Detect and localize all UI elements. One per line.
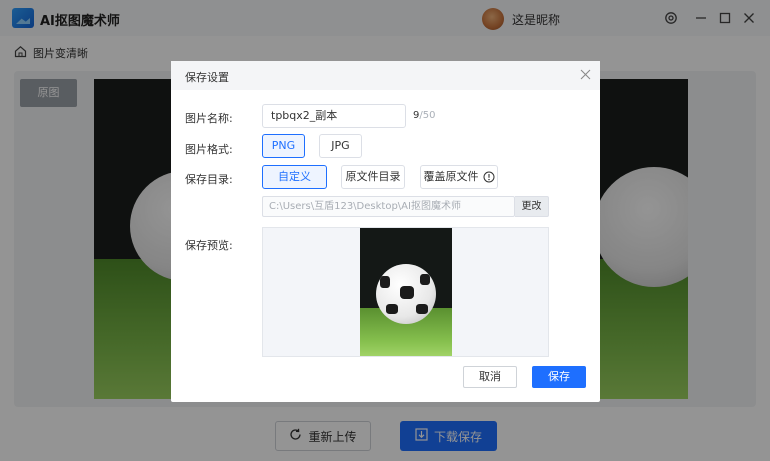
dir-option-source[interactable]: 原文件目录 [341, 165, 405, 189]
cancel-button[interactable]: 取消 [463, 366, 517, 388]
dialog-close-icon[interactable] [577, 67, 593, 83]
dialog-title: 保存设置 [185, 71, 229, 84]
directory-label: 保存目录: [185, 173, 233, 186]
preview-label: 保存预览: [185, 239, 233, 252]
format-option-png[interactable]: PNG [262, 134, 305, 158]
change-path-button[interactable]: 更改 [515, 196, 549, 217]
name-input[interactable]: tpbqx2_副本 [262, 104, 406, 128]
format-label: 图片格式: [185, 143, 233, 156]
ball-patch [420, 274, 430, 285]
dir-option-overwrite-label: 覆盖原文件 [423, 170, 479, 183]
format-option-jpg[interactable]: JPG [319, 134, 362, 158]
ball-patch [400, 286, 414, 299]
ball-patch [416, 304, 428, 314]
save-settings-dialog: 保存设置 图片名称: tpbqx2_副本 9/50 图片格式: PNG JPG … [171, 61, 600, 402]
ball-patch [380, 276, 390, 288]
save-path-input[interactable]: C:\Users\互盾123\Desktop\AI抠图魔术师 [262, 196, 515, 217]
info-icon[interactable] [483, 171, 495, 183]
ball-patch [386, 304, 398, 314]
preview-ball [376, 264, 436, 324]
name-label: 图片名称: [185, 112, 233, 125]
dir-option-overwrite[interactable]: 覆盖原文件 [420, 165, 498, 189]
save-button[interactable]: 保存 [532, 366, 586, 388]
preview-image [360, 228, 452, 356]
preview-box [262, 227, 549, 357]
char-count-max: /50 [419, 110, 436, 121]
char-counter: 9/50 [413, 110, 435, 121]
dialog-header: 保存设置 [171, 61, 600, 90]
dir-option-custom[interactable]: 自定义 [262, 165, 327, 189]
